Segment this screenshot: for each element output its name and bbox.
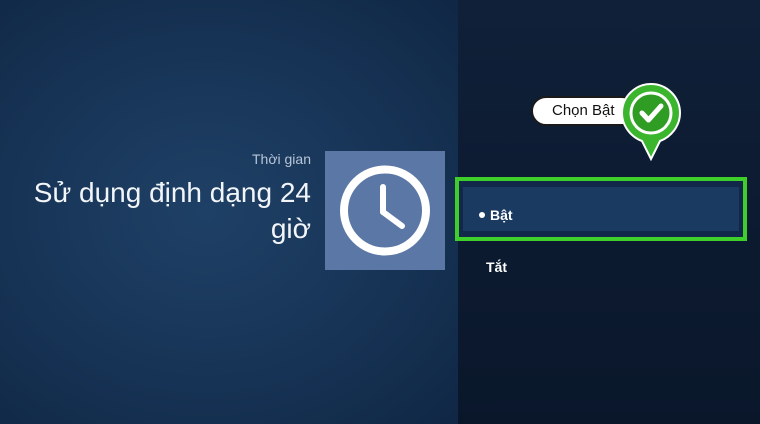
option-off[interactable]: Tắt: [486, 259, 507, 275]
setting-title: Sử dụng định dạng 24 giờ: [33, 177, 311, 244]
selected-dot-icon: [479, 212, 485, 218]
option-on[interactable]: Bật: [455, 177, 747, 241]
clock-icon: [340, 165, 430, 256]
option-on-label: Bật: [490, 207, 513, 223]
setting-icon-tile: [325, 151, 445, 270]
settings-category-label: Thời gian: [252, 151, 311, 167]
checkmark-badge-icon: [620, 82, 682, 162]
